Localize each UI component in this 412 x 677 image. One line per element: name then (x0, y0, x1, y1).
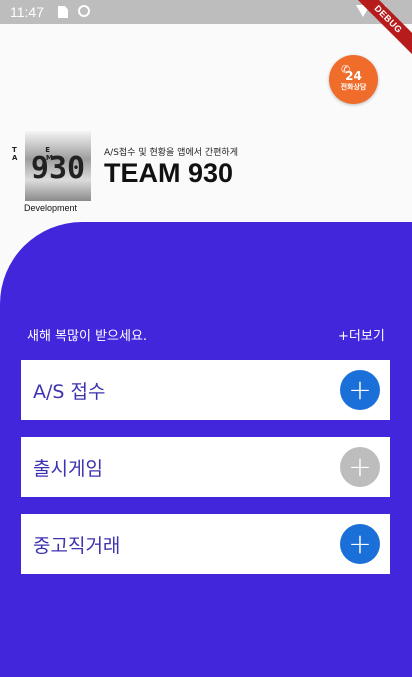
card-as-request[interactable]: A/S 접수 + (21, 360, 390, 420)
sim-card-icon (58, 6, 68, 18)
call-label: 전화상담 (340, 82, 367, 91)
card-released-games[interactable]: 출시게임 + (21, 437, 390, 497)
more-link[interactable]: +더보기 (338, 325, 385, 344)
plus-icon: + (348, 373, 372, 406)
card-label: 중고직거래 (33, 534, 121, 557)
greeting-text: 새해 복많이 받으세요. (27, 329, 148, 344)
call-consultation-button[interactable]: ✆ 24 전화상담 (329, 55, 378, 104)
card-label: 출시게임 (33, 457, 103, 480)
card-used-trade[interactable]: 중고직거래 + (21, 514, 390, 574)
phone-icon: ✆ (341, 63, 351, 76)
team930-logo: T E A M 930 Development (10, 131, 92, 213)
used-trade-add-button[interactable]: + (340, 524, 380, 564)
released-games-add-button[interactable]: + (340, 447, 380, 487)
plus-icon: + (348, 450, 372, 483)
as-request-add-button[interactable]: + (340, 370, 380, 410)
plus-icon: + (348, 527, 372, 560)
status-bar: 11:47 (0, 0, 412, 24)
status-time: 11:47 (10, 4, 44, 20)
logo-number: 930 (30, 151, 86, 186)
card-label: A/S 접수 (33, 380, 106, 403)
page-title: TEAM 930 (104, 158, 234, 188)
at-icon (78, 5, 90, 17)
header-subtitle: A/S접수 및 현황을 앱에서 간편하게 (104, 148, 238, 158)
logo-caption: Development (24, 203, 78, 213)
